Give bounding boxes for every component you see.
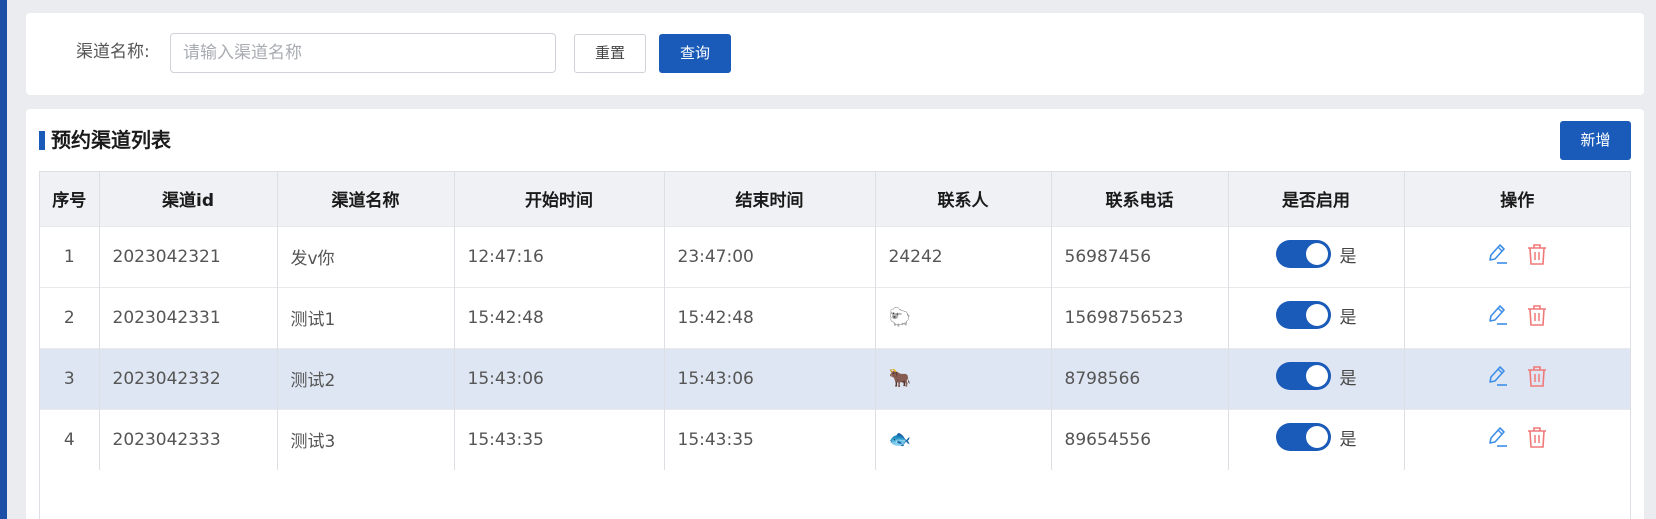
cell-contact: 🐟 bbox=[875, 408, 1052, 470]
cell-actions bbox=[1404, 408, 1630, 470]
cell-name: 测试1 bbox=[277, 286, 455, 348]
cell-name: 测试2 bbox=[277, 347, 455, 409]
cell-index: 1 bbox=[40, 225, 100, 287]
cell-start: 15:43:06 bbox=[454, 347, 665, 409]
cell-end: 15:43:06 bbox=[664, 347, 876, 409]
cell-id: 2023042333 bbox=[99, 408, 278, 470]
edit-icon[interactable] bbox=[1486, 425, 1508, 449]
table-row[interactable]: 1 2023042321 发v你 12:47:16 23:47:00 24242… bbox=[40, 225, 1630, 287]
ox-icon: 🐂 bbox=[888, 368, 911, 389]
table-row[interactable]: 4 2023042333 测试3 15:43:35 15:43:35 🐟 896… bbox=[40, 408, 1630, 470]
edit-icon[interactable] bbox=[1486, 364, 1508, 388]
edit-icon[interactable] bbox=[1486, 242, 1508, 266]
cell-phone: 56987456 bbox=[1051, 225, 1229, 287]
col-contact-header: 联系人 bbox=[875, 172, 1052, 226]
cell-id: 2023042321 bbox=[99, 225, 278, 287]
col-actions-header: 操作 bbox=[1404, 172, 1630, 226]
enabled-text: 是 bbox=[1339, 246, 1357, 267]
cell-actions bbox=[1404, 286, 1630, 348]
col-start-header: 开始时间 bbox=[454, 172, 665, 226]
cell-contact: 🐑 bbox=[875, 286, 1052, 348]
cell-phone: 89654556 bbox=[1051, 408, 1229, 470]
channel-name-label: 渠道名称: bbox=[76, 42, 150, 62]
cell-start: 15:42:48 bbox=[454, 286, 665, 348]
enabled-toggle[interactable] bbox=[1275, 301, 1331, 329]
cell-start: 15:43:35 bbox=[454, 408, 665, 470]
list-title: 预约渠道列表 bbox=[39, 128, 171, 152]
cell-enabled: 是 bbox=[1228, 225, 1405, 287]
cell-end: 15:43:35 bbox=[664, 408, 876, 470]
channel-name-input[interactable] bbox=[170, 33, 556, 73]
col-end-header: 结束时间 bbox=[664, 172, 876, 226]
col-name-header: 渠道名称 bbox=[277, 172, 455, 226]
cell-phone: 15698756523 bbox=[1051, 286, 1229, 348]
cell-id: 2023042332 bbox=[99, 347, 278, 409]
channel-list-panel: 预约渠道列表 新增 序号 渠道id 渠道名称 开始时间 结束时间 联系人 联系电… bbox=[26, 109, 1644, 519]
delete-icon[interactable] bbox=[1526, 364, 1548, 388]
cell-phone: 8798566 bbox=[1051, 347, 1229, 409]
fish-icon: 🐟 bbox=[888, 429, 911, 451]
query-button[interactable]: 查询 bbox=[659, 34, 731, 73]
enabled-text: 是 bbox=[1339, 368, 1357, 389]
cell-end: 23:47:00 bbox=[664, 225, 876, 287]
enabled-toggle[interactable] bbox=[1275, 240, 1331, 268]
cell-enabled: 是 bbox=[1228, 408, 1405, 470]
cell-name: 发v你 bbox=[277, 225, 455, 287]
side-nav-edge bbox=[0, 0, 7, 519]
table-row[interactable]: 2 2023042331 测试1 15:42:48 15:42:48 🐑 156… bbox=[40, 286, 1630, 348]
cell-actions bbox=[1404, 225, 1630, 287]
col-id-header: 渠道id bbox=[99, 172, 278, 226]
col-enabled-header: 是否启用 bbox=[1228, 172, 1405, 226]
reset-button[interactable]: 重置 bbox=[574, 34, 646, 73]
cell-actions bbox=[1404, 347, 1630, 409]
delete-icon[interactable] bbox=[1526, 425, 1548, 449]
edit-icon[interactable] bbox=[1486, 303, 1508, 327]
enabled-text: 是 bbox=[1339, 307, 1357, 328]
sheep-icon: 🐑 bbox=[888, 307, 911, 328]
cell-id: 2023042331 bbox=[99, 286, 278, 348]
enabled-toggle[interactable] bbox=[1275, 423, 1331, 452]
add-button[interactable]: 新增 bbox=[1560, 121, 1631, 160]
cell-contact: 🐂 bbox=[875, 347, 1052, 409]
channel-table: 序号 渠道id 渠道名称 开始时间 结束时间 联系人 联系电话 是否启用 操作 … bbox=[39, 171, 1631, 519]
search-panel: 渠道名称: 重置 查询 bbox=[26, 13, 1644, 95]
enabled-text: 是 bbox=[1339, 429, 1357, 450]
cell-contact: 24242 bbox=[875, 225, 1052, 287]
cell-index: 4 bbox=[40, 408, 100, 470]
cell-enabled: 是 bbox=[1228, 286, 1405, 348]
delete-icon[interactable] bbox=[1526, 303, 1548, 327]
enabled-toggle[interactable] bbox=[1275, 362, 1331, 390]
delete-icon[interactable] bbox=[1526, 242, 1548, 266]
cell-index: 3 bbox=[40, 347, 100, 409]
cell-name: 测试3 bbox=[277, 408, 455, 470]
table-row[interactable]: 3 2023042332 测试2 15:43:06 15:43:06 🐂 879… bbox=[40, 347, 1630, 409]
cell-end: 15:42:48 bbox=[664, 286, 876, 348]
table-header-row: 序号 渠道id 渠道名称 开始时间 结束时间 联系人 联系电话 是否启用 操作 bbox=[40, 172, 1630, 226]
cell-start: 12:47:16 bbox=[454, 225, 665, 287]
cell-index: 2 bbox=[40, 286, 100, 348]
cell-enabled: 是 bbox=[1228, 347, 1405, 409]
col-phone-header: 联系电话 bbox=[1051, 172, 1229, 226]
col-index-header: 序号 bbox=[40, 172, 100, 226]
